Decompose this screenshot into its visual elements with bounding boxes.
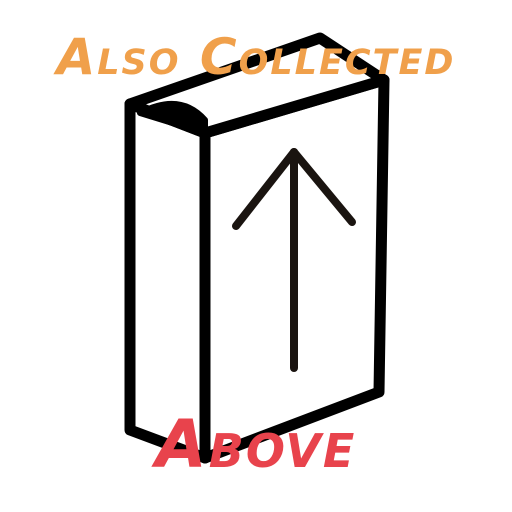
sticker-canvas: Also Collected Above: [0, 0, 512, 512]
book-spine: [124, 98, 211, 464]
caption-also-collected: Also Collected: [56, 28, 456, 86]
book-icon: [124, 32, 390, 464]
caption-above: Above: [155, 406, 357, 483]
